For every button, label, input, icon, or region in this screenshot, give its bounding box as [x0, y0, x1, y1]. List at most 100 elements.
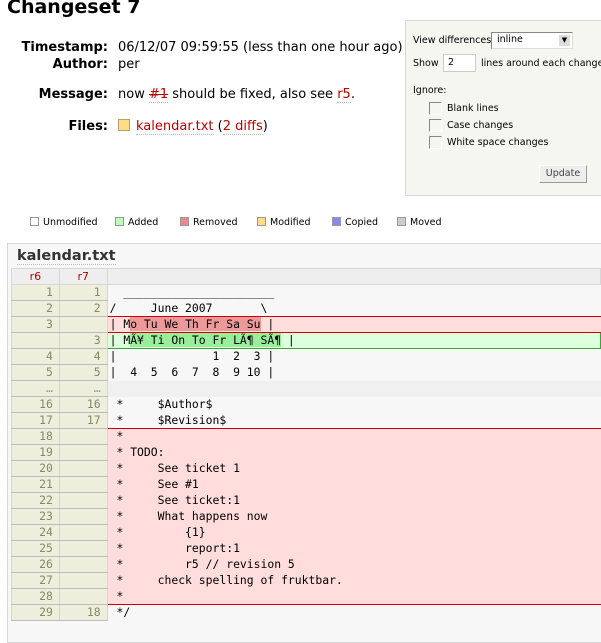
- line-text: * $Author$: [109, 397, 213, 411]
- old-line-number: 20: [11, 460, 60, 477]
- revision-link[interactable]: r5: [337, 87, 351, 103]
- line-content: * {1}: [106, 524, 601, 541]
- legend-item: Modified: [257, 217, 311, 228]
- old-line-number: 18: [11, 428, 60, 445]
- ticket-link[interactable]: #1: [148, 87, 169, 103]
- blank-lines-checkbox[interactable]: [429, 102, 442, 115]
- diff-row: 18 *: [11, 428, 601, 445]
- message-value: now #1 should be fixed, also see r5.: [118, 87, 355, 103]
- ignore-label: Ignore:: [413, 85, 447, 96]
- diff-row: 21 * See #1: [11, 476, 601, 493]
- diff-row: 23 * What happens now: [11, 508, 601, 525]
- line-content: * See ticket 1: [106, 460, 601, 477]
- new-revision-header[interactable]: r7: [58, 268, 108, 285]
- legend-label: Copied: [345, 217, 378, 228]
- diff-row: 2 2/ June 2007 \: [11, 300, 601, 317]
- diff-row: 27 * check spelling of fruktbar.: [11, 572, 601, 589]
- old-line-number: 25: [11, 540, 60, 557]
- new-line-number: 5: [58, 364, 108, 381]
- diff-row: 22 * See ticket:1: [11, 492, 601, 509]
- legend-swatch-icon: [180, 217, 189, 226]
- line-text: * report:1: [109, 541, 240, 555]
- new-line-number: [58, 492, 108, 509]
- legend-label: Added: [128, 217, 159, 228]
- diff-row: 20 * See ticket 1: [11, 460, 601, 477]
- line-content: [107, 380, 601, 397]
- new-line-number: 16: [58, 396, 108, 413]
- old-line-number: …: [11, 380, 60, 397]
- context-lines-input[interactable]: 2: [443, 54, 476, 72]
- old-line-number: 19: [11, 444, 60, 461]
- line-content: * r5 // revision 5: [106, 556, 601, 573]
- new-line-number: [58, 540, 108, 557]
- legend-item: Unmodified: [30, 217, 98, 228]
- diff-options-panel: View differences inline ▼ Show 2 lines ar…: [405, 20, 601, 196]
- view-differences-select[interactable]: inline ▼: [491, 32, 573, 49]
- line-text: * check spelling of fruktbar.: [109, 573, 343, 587]
- legend-item: Added: [115, 217, 158, 228]
- old-line-number: 16: [11, 396, 60, 413]
- author-label: Author:: [52, 57, 108, 72]
- line-text: *: [109, 429, 124, 444]
- changed-text-highlight: o Tu We Th Fr Sa Su: [130, 317, 261, 331]
- author-value: per: [118, 57, 140, 72]
- old-line-number: 1: [11, 284, 60, 301]
- diff-row: 17 17 * $Revision$: [11, 412, 601, 429]
- file-link[interactable]: kalendar.txt: [136, 119, 214, 135]
- old-line-number: 24: [11, 524, 60, 541]
- old-line-number: 21: [11, 476, 60, 493]
- timestamp-label: Timestamp:: [21, 40, 108, 55]
- line-content: */: [107, 605, 600, 621]
- new-line-number: [58, 508, 108, 525]
- legend-swatch-icon: [115, 217, 124, 226]
- diff-file-name[interactable]: kalendar.txt: [17, 248, 116, 265]
- new-line-number: [58, 524, 108, 541]
- legend-swatch-icon: [30, 217, 39, 226]
- paren: ): [262, 119, 268, 134]
- message-text: now: [118, 87, 149, 102]
- diff-row: 24 * {1}: [11, 524, 601, 541]
- line-text: *: [109, 588, 124, 603]
- line-text: * See #1: [109, 477, 199, 491]
- diff-row: 3 | Mo Tu We Th Fr Sa Su |: [11, 316, 601, 333]
- line-content: * TODO:: [106, 444, 601, 461]
- legend-item: Copied: [332, 217, 378, 228]
- case-changes-checkbox[interactable]: [429, 119, 442, 132]
- update-button[interactable]: Update: [539, 165, 587, 183]
- page-title: Changeset 7: [7, 0, 141, 18]
- old-line-number: 22: [11, 492, 60, 509]
- line-text: * See ticket:1: [109, 493, 240, 507]
- diff-row: 4 4 | 1 2 3 |: [11, 348, 601, 365]
- blank-lines-label: Blank lines: [447, 103, 499, 114]
- timestamp-value: 06/12/07 09:59:55 (less than one hour ag…: [118, 40, 403, 55]
- line-text: / June 2007 \: [109, 300, 268, 315]
- old-revision-header[interactable]: r6: [11, 268, 60, 285]
- files-value: kalendar.txt (2 diffs): [118, 119, 268, 135]
- line-text: * $Revision$: [109, 412, 227, 427]
- diff-row: 16 16 * $Author$: [11, 396, 601, 413]
- line-text: */: [109, 605, 131, 620]
- case-changes-label: Case changes: [447, 120, 514, 131]
- line-content: | 4 5 6 7 8 9 10 |: [107, 365, 600, 381]
- diff-row: 19 * TODO:: [11, 444, 601, 461]
- new-line-number: 17: [58, 412, 108, 429]
- new-line-number: 3: [58, 332, 108, 349]
- white-space-changes-checkbox[interactable]: [429, 136, 442, 149]
- old-line-number: 29: [11, 604, 60, 621]
- line-content: ______________________: [107, 285, 600, 301]
- diffs-link[interactable]: 2 diffs: [222, 119, 263, 135]
- line-text: | M: [109, 333, 131, 347]
- diff-row: 28 *: [11, 588, 601, 605]
- line-text: * {1}: [109, 525, 206, 539]
- new-line-number: 4: [58, 348, 108, 365]
- legend-item: Removed: [180, 217, 238, 228]
- line-text: | M: [109, 317, 131, 331]
- line-content: *: [106, 588, 601, 605]
- view-differences-value: inline: [497, 34, 523, 45]
- line-content: *: [106, 428, 601, 445]
- diff-file-title: kalendar.txt: [8, 244, 601, 269]
- diff-row: 5 5 | 4 5 6 7 8 9 10 |: [11, 364, 601, 381]
- line-text: * What happens now: [109, 509, 268, 523]
- diff-row: 25 * report:1: [11, 540, 601, 557]
- legend-label: Unmodified: [43, 217, 98, 228]
